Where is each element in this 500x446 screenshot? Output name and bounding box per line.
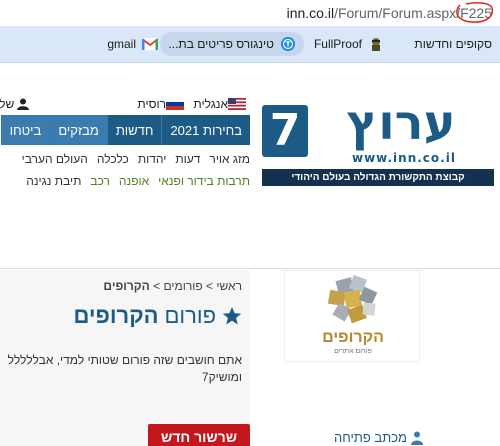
subnav-cars[interactable]: רכב [90, 174, 110, 194]
subnav-primary: מזג אויר דעות יהדות כלכלה העולם הערבי [22, 152, 250, 172]
breadcrumb-separator: > [153, 279, 161, 293]
site-logo[interactable]: 7 ערוץ www.inn.co.il קבוצת התקשורת הגדול… [262, 99, 494, 187]
bookmark-label: FullProof [313, 37, 362, 51]
subnav-arab-world[interactable]: העולם הערבי [22, 152, 88, 172]
lang-russian[interactable]: רוסית [137, 96, 188, 112]
subnav-secondary: תרבות בידור ופנאי אופנה רכב תיבת נגינה [26, 174, 250, 194]
section-divider [0, 268, 500, 269]
bookmarks-bar: סקופים וחדשות FullProof T טינגורס פריטים… [0, 26, 500, 63]
address-bar[interactable]: inn.co.il/Forum/Forum.aspx/F225 [0, 0, 500, 26]
logo-url: www.inn.co.il [352, 151, 456, 165]
breadcrumb-current: הקרופים [103, 279, 150, 293]
opening-letter-label: מכתב פתיחה [334, 430, 407, 445]
breadcrumb-home[interactable]: ראשי [216, 279, 242, 293]
nav-security[interactable]: ביטחו [0, 115, 50, 145]
breadcrumb-forums[interactable]: פורומים [163, 279, 202, 293]
site-page: 7 ערוץ www.inn.co.il קבוצת התקשורת הגדול… [0, 64, 500, 446]
svg-text:T: T [286, 41, 291, 49]
subnav-fashion[interactable]: אופנה [119, 174, 149, 194]
bookmark-label: טינגורס פריטים בת... [168, 37, 274, 51]
person-icon [410, 431, 423, 445]
subnav-culture[interactable]: תרבות בידור ופנאי [158, 174, 250, 194]
breadcrumb-separator: > [206, 279, 214, 293]
subnav-economy[interactable]: כלכלה [97, 152, 129, 172]
user-icon [17, 98, 30, 110]
nav-news[interactable]: חדשות [106, 115, 162, 145]
subnav-opinions[interactable]: דעות [175, 152, 200, 172]
subnav-music-box[interactable]: תיבת נגינה [26, 174, 81, 194]
red-circle-annotation [456, 2, 494, 23]
user-label: שלו [0, 97, 15, 111]
breadcrumb: ראשי > פורומים > הקרופים [103, 279, 242, 293]
forum-title-prefix: פורום [164, 303, 216, 328]
bookmark-fullproof[interactable]: FullProof [314, 32, 384, 56]
bookmark-gmail[interactable]: gmail [107, 32, 158, 56]
forum-main-panel: ראשי > פורומים > הקרופים פורום הקרופים א… [0, 270, 250, 446]
forum-description: אתם חושבים שזה פורום שטותי למדי, אבללללל… [7, 353, 242, 384]
bookmark-label: סקופים וחדשות [414, 37, 492, 51]
forum-logo: הקרופים פורום אתרים [284, 270, 420, 362]
lang-english-label: אנגלית [193, 97, 228, 111]
t-circle-icon: T [280, 36, 296, 52]
us-flag-icon [228, 98, 246, 110]
fullproof-icon [368, 36, 384, 52]
bookmark-scoops[interactable]: סקופים וחדשות [414, 32, 492, 56]
nav-elections[interactable]: בחירות 2021 [161, 115, 250, 145]
subnav-judaism[interactable]: יהדות [138, 152, 167, 172]
forum-logo-subtext: פורום אתרים [334, 348, 372, 355]
forum-title: פורום הקרופים [74, 303, 242, 329]
bookmark-tingors[interactable]: T טינגורס פריטים בת... [160, 32, 304, 56]
logo-word: ערוץ [346, 95, 456, 151]
russia-flag-icon [166, 98, 184, 110]
new-thread-button[interactable]: שרשור חדש [148, 424, 250, 446]
logo-number-box: 7 [262, 105, 308, 157]
url-host: inn.co.il [286, 5, 335, 21]
star-icon [222, 307, 242, 325]
opening-letter-link[interactable]: מכתב פתיחה [334, 430, 423, 445]
forum-sidebar: הקרופים פורום אתרים מכתב פתיחה [260, 270, 500, 446]
logo-number: 7 [269, 105, 301, 156]
main-nav: בחירות 2021 חדשות מבזקים ביטחו [0, 115, 250, 145]
forum-logo-text: הקרופים [322, 329, 384, 346]
gmail-icon [142, 36, 158, 52]
lang-english[interactable]: אנגלית [193, 96, 250, 112]
bookmark-label: gmail [107, 37, 136, 51]
user-login[interactable]: שלו [0, 96, 30, 112]
subnav-weather[interactable]: מזג אויר [209, 152, 250, 172]
nav-flashes[interactable]: מבזקים [49, 115, 107, 145]
lang-russian-label: רוסית [137, 97, 166, 111]
forum-title-name: הקרופים [73, 303, 159, 328]
logo-tagline: קבוצת התקשורת הגדולה בעולם היהודי [262, 169, 494, 186]
